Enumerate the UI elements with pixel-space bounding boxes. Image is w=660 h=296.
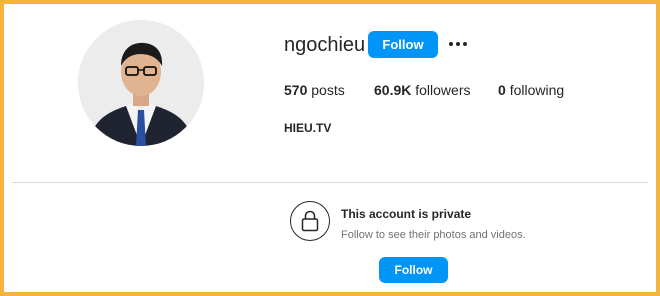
followers-count-label: followers	[415, 82, 471, 98]
more-options-icon[interactable]	[446, 34, 470, 54]
private-account-subtitle: Follow to see their photos and videos.	[341, 229, 526, 241]
dot	[456, 42, 460, 46]
following-count-label: following	[509, 82, 565, 98]
profile-username: ngochieu	[284, 34, 366, 56]
divider	[12, 182, 648, 183]
dot	[463, 42, 467, 46]
profile-full-name: HIEU.TV	[284, 121, 332, 135]
posts-count-label: posts	[311, 82, 345, 98]
avatar[interactable]	[78, 20, 204, 146]
lock-icon	[290, 201, 330, 241]
posts-count-value: 570	[284, 82, 308, 98]
followers-count-value: 60.9K	[374, 82, 412, 98]
dot	[449, 42, 453, 46]
following-count-value: 0	[498, 82, 506, 98]
followers-count[interactable]: 60.9K followers	[374, 81, 471, 99]
follow-button[interactable]: Follow	[368, 31, 438, 58]
private-account-title: This account is private	[341, 207, 472, 221]
following-count[interactable]: 0 following	[498, 81, 564, 99]
private-follow-button[interactable]: Follow	[379, 257, 448, 283]
avatar-photo	[78, 20, 204, 146]
posts-count[interactable]: 570 posts	[284, 81, 345, 99]
